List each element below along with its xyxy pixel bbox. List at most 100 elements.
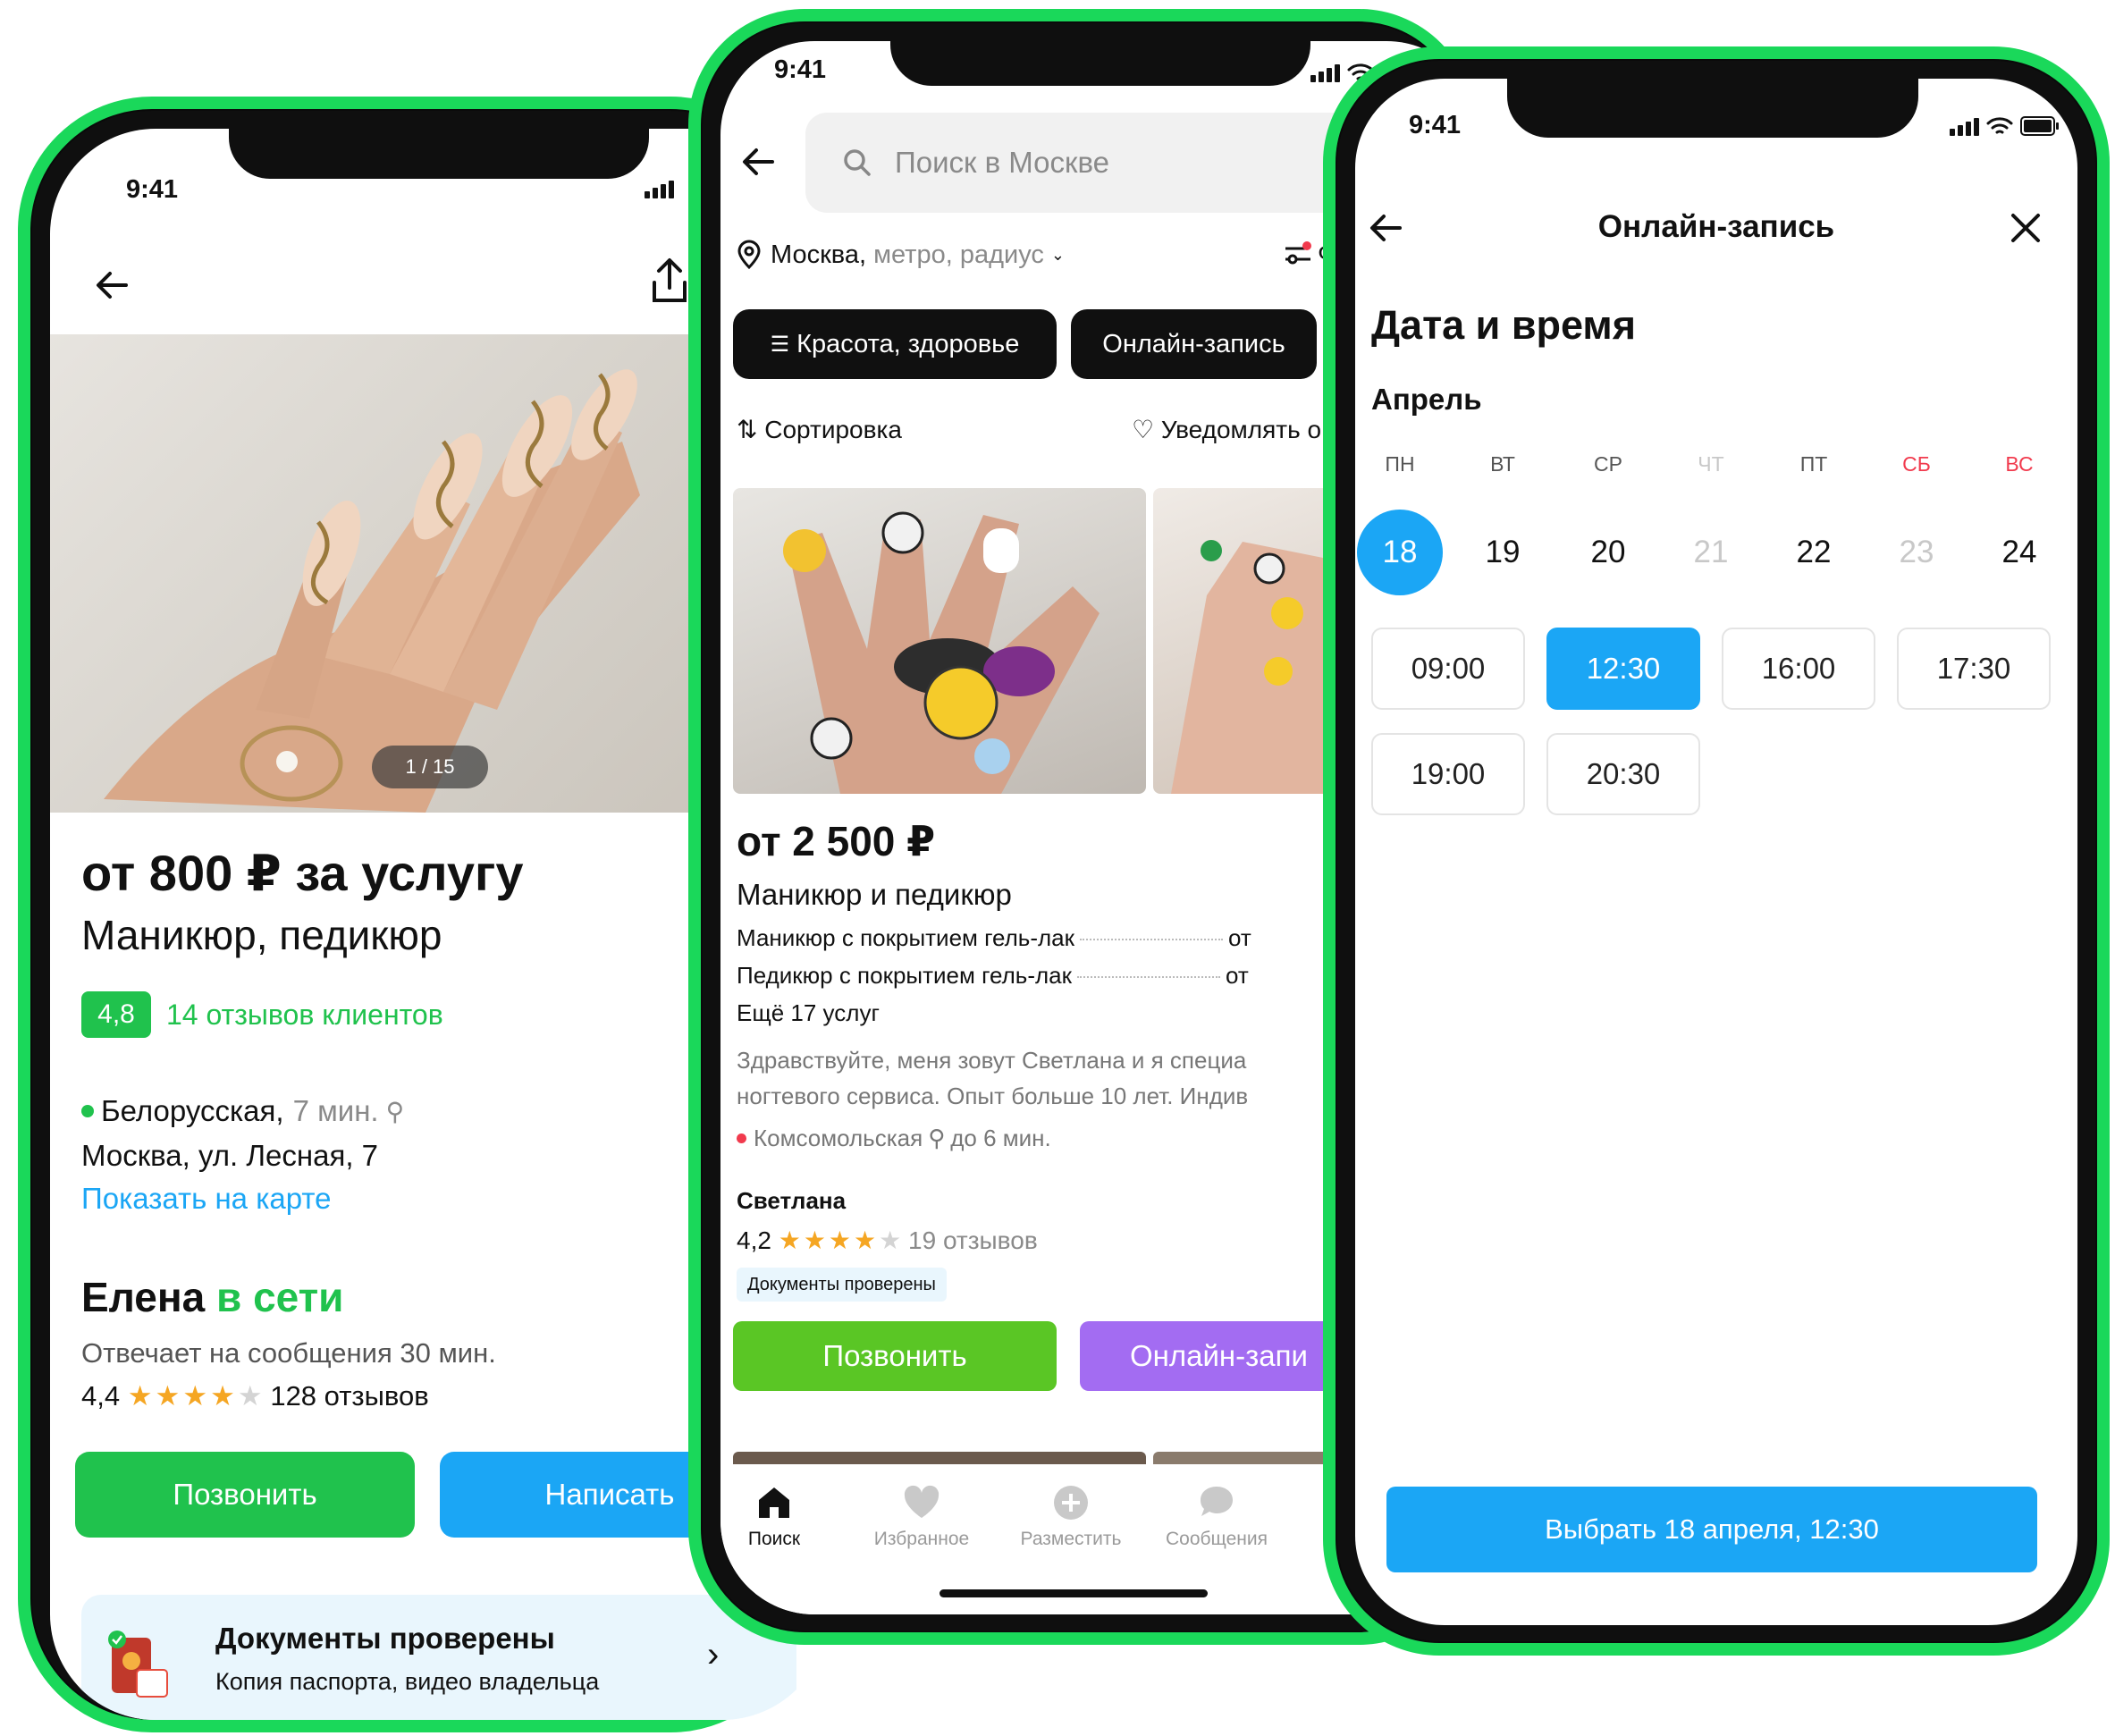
show-on-map-link[interactable]: Показать на карте (81, 1182, 331, 1216)
status-icons (1950, 116, 2060, 136)
service-name: Маникюр с покрытием гель-лак (737, 924, 1075, 951)
metro-dot (737, 1133, 746, 1143)
month-title: Апрель (1371, 383, 1482, 416)
section-title: Дата и время (1371, 302, 1636, 348)
walk-icon: ⚲ (928, 1125, 946, 1151)
tab-label: Сообщения (1166, 1529, 1268, 1549)
description-line: Здравствуйте, меня зовут Светлана и я сп… (737, 1047, 1247, 1074)
time-slot[interactable]: 09:00 (1371, 628, 1525, 710)
status-icons (645, 181, 674, 198)
next-listing-peek (733, 1452, 1146, 1464)
documents-title: Документы проверены (215, 1622, 555, 1655)
tab-messages[interactable]: Сообщения (1145, 1482, 1288, 1550)
catalog-icon: ☰ (770, 332, 790, 357)
listing-price: от 800 ₽ за услугу (81, 845, 524, 901)
weekday-wed: СР (1594, 452, 1622, 476)
notify-label: Уведомлять о (1160, 416, 1322, 443)
home-indicator (940, 1589, 1208, 1597)
phone-frame-left: 9:41 1 / 15 от 800 ₽ за услугу Маникюр, … (18, 97, 828, 1732)
time-slot-selected[interactable]: 12:30 (1546, 628, 1700, 710)
weekday-sat: СБ (1902, 452, 1931, 476)
back-icon[interactable] (737, 139, 781, 184)
sort-button[interactable]: ⇅ Сортировка (737, 415, 902, 444)
photo-counter: 1 / 15 (372, 746, 488, 788)
weekday-sun: ВС (2005, 452, 2034, 476)
metro-station: Комсомольская (754, 1125, 923, 1151)
tab-favorites[interactable]: Избранное (850, 1482, 993, 1550)
verified-badge: Документы проверены (737, 1268, 947, 1302)
notify-button[interactable]: ♡ Уведомлять о (1132, 415, 1321, 444)
day-24[interactable]: 24 (1976, 510, 2062, 595)
seller-star-empty: ★ (879, 1226, 902, 1254)
chat-bubble-icon (1201, 1487, 1233, 1516)
time-slot[interactable]: 19:00 (1371, 733, 1525, 815)
tab-search[interactable]: Поиск (720, 1482, 846, 1550)
time-slot[interactable]: 17:30 (1897, 628, 2051, 710)
confirm-booking-button[interactable]: Выбрать 18 апреля, 12:30 (1386, 1487, 2037, 1572)
weekday-thu: ЧТ (1698, 452, 1724, 476)
service-price: от (1226, 962, 1249, 989)
walk-icon: ⚲ (385, 1097, 405, 1125)
time-slot[interactable]: 20:30 (1546, 733, 1700, 815)
seller-rating: 4,4 (81, 1380, 121, 1412)
rating-badge: 4,8 (81, 991, 151, 1038)
metro-line: Комсомольская ⚲ до 6 мин. (737, 1125, 1051, 1152)
day-23: 23 (1899, 535, 1934, 569)
location-selector[interactable]: Москва, метро, радиус ⌄ (737, 240, 1065, 270)
seller-online-status: в сети (216, 1274, 344, 1320)
filters-icon (1285, 240, 1311, 264)
weekday-tue: ВТ (1490, 452, 1515, 476)
call-button[interactable]: Позвонить (733, 1321, 1057, 1391)
seller-name[interactable]: Светлана (737, 1187, 846, 1215)
screen-right: 9:41 Онлайн-запись Дата и время Апрель П… (1355, 79, 2077, 1625)
wifi-icon (1986, 117, 2013, 134)
nails-illustration (783, 511, 1100, 794)
reviews-link[interactable]: 14 отзывов клиентов (166, 999, 443, 1032)
seller-star-empty: ★ (237, 1380, 263, 1412)
seller-reviews[interactable]: 19 отзывов (908, 1226, 1038, 1254)
search-placeholder: Поиск в Москве (895, 146, 1109, 179)
metro-station: Белорусская, (101, 1094, 284, 1127)
header-title: Онлайн-запись (1597, 209, 1835, 244)
listing-photo[interactable] (733, 488, 1146, 794)
close-icon[interactable] (2006, 208, 2045, 248)
description-line: ногтевого сервиса. Опыт больше 10 лет. И… (737, 1083, 1249, 1109)
documents-subtitle: Копия паспорта, видео владельца (215, 1668, 600, 1695)
dotted-leader (1080, 939, 1224, 941)
chevron-right-icon: › (707, 1635, 720, 1674)
seller-heading: Елена в сети (81, 1273, 343, 1321)
seller-name: Елена (81, 1274, 206, 1320)
day-20[interactable]: 20 (1565, 510, 1651, 595)
listing-category: Маникюр, педикюр (81, 912, 442, 958)
chevron-down-icon: ⌄ (1050, 245, 1065, 264)
battery-icon (2020, 116, 2059, 136)
tab-label: Избранное (873, 1529, 970, 1549)
notch (1507, 79, 1918, 138)
notch (890, 41, 1310, 86)
phone-frame-right: 9:41 Онлайн-запись Дата и время Апрель П… (1323, 46, 2110, 1656)
category-chip[interactable]: ☰ Красота, здоровье (733, 309, 1057, 379)
sort-label: Сортировка (764, 416, 902, 443)
day-18-selected[interactable]: 18 (1357, 510, 1443, 595)
day-22[interactable]: 22 (1771, 510, 1857, 595)
share-icon[interactable] (647, 256, 692, 306)
online-booking-chip[interactable]: Онлайн-запись (1071, 309, 1317, 379)
sort-icon: ⇅ (737, 416, 758, 443)
dotted-leader (1077, 976, 1220, 979)
tab-post[interactable]: Разместить (999, 1482, 1142, 1550)
service-row: Маникюр с покрытием гель-лак от (737, 924, 1251, 952)
seller-rating: 4,2 (737, 1226, 771, 1254)
heart-outline-icon: ♡ (1132, 416, 1155, 443)
seller-stars: ★★★★ (127, 1380, 238, 1412)
notch (229, 129, 649, 179)
more-services[interactable]: Ещё 17 услуг (737, 999, 880, 1027)
time-slot[interactable]: 16:00 (1722, 628, 1875, 710)
day-19[interactable]: 19 (1460, 510, 1546, 595)
metro-time: 7 мин. (292, 1094, 379, 1127)
seller-reviews[interactable]: 128 отзывов (270, 1380, 428, 1412)
call-button[interactable]: Позвонить (75, 1452, 415, 1538)
documents-card[interactable]: Документы проверены Копия паспорта, виде… (81, 1595, 796, 1720)
back-icon[interactable] (90, 263, 135, 308)
listing-title[interactable]: Маникюр и педикюр (737, 878, 1012, 912)
location-city: Москва, (771, 240, 867, 269)
